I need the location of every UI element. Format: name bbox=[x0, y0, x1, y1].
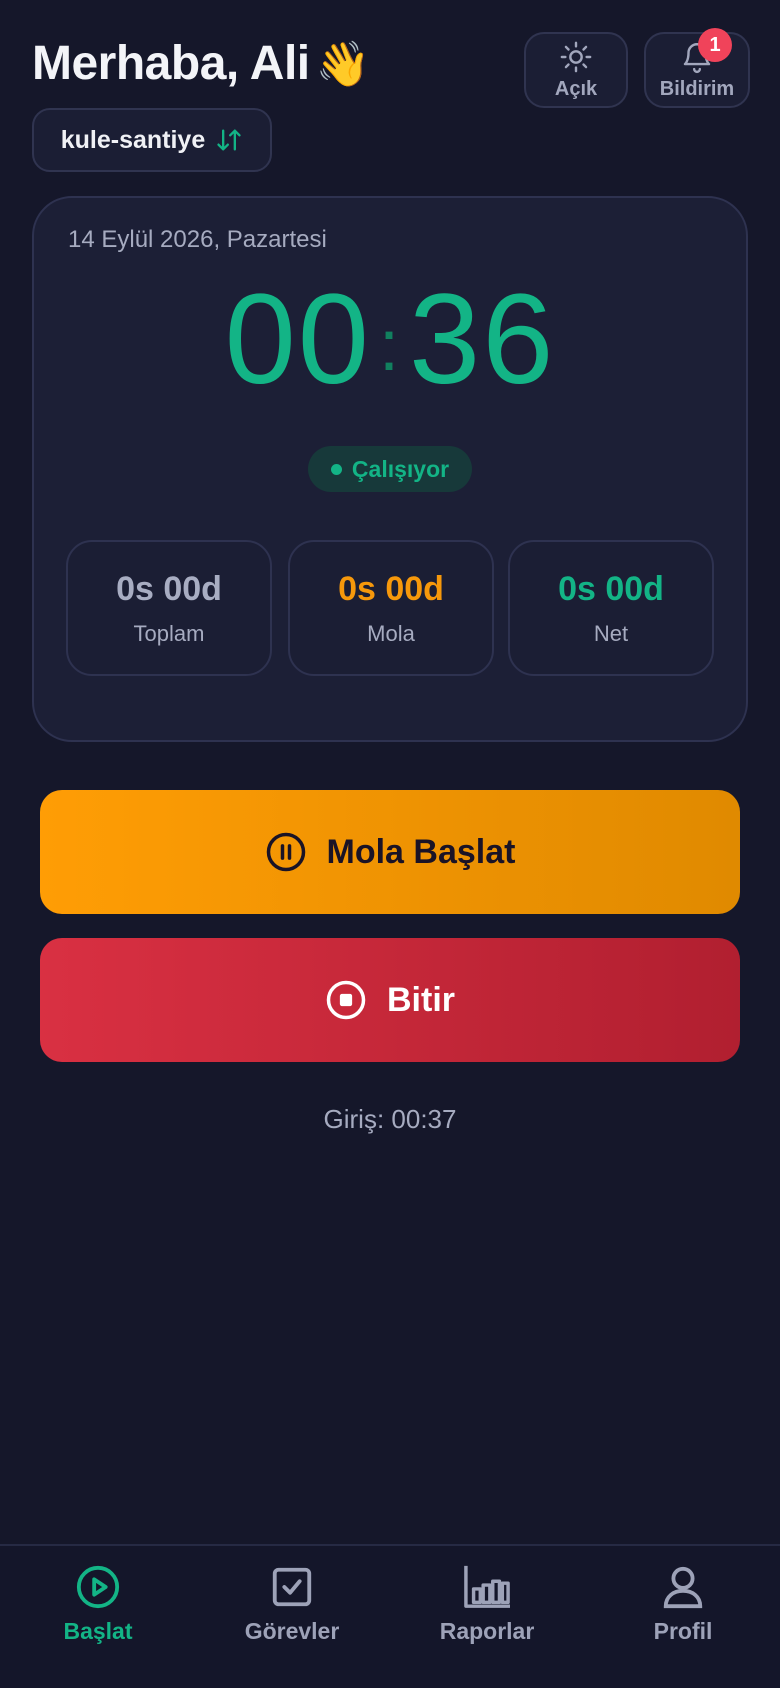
nav-item-reports[interactable]: Raporlar bbox=[407, 1564, 567, 1645]
stat-break: 0s 00d Mola bbox=[288, 540, 494, 676]
user-icon bbox=[663, 1566, 703, 1609]
nav-item-start[interactable]: Başlat bbox=[18, 1564, 178, 1645]
nav-item-tasks[interactable]: Görevler bbox=[212, 1564, 372, 1645]
timer-card: 14 Eylül 2026, Pazartesi 00 : 36 Çalışıy… bbox=[32, 196, 748, 742]
notification-badge: 1 bbox=[698, 28, 732, 62]
pause-circle-icon bbox=[266, 832, 305, 872]
nav-profile-label: Profil bbox=[653, 1618, 713, 1644]
notification-button[interactable]: Bildirim 1 bbox=[644, 28, 750, 108]
stat-break-value: 0s 00d bbox=[338, 569, 444, 608]
stat-total-label: Toplam bbox=[133, 620, 205, 646]
nav-start-label: Başlat bbox=[63, 1618, 133, 1644]
status-text: Çalışıyor bbox=[351, 455, 450, 482]
site-selector[interactable]: kule-santiye bbox=[32, 108, 272, 172]
finish-button[interactable]: Bitir bbox=[40, 938, 740, 1062]
nav-item-profile[interactable]: Profil bbox=[603, 1564, 763, 1645]
nav-reports-label: Raporlar bbox=[439, 1618, 535, 1644]
nav-tasks-label: Görevler bbox=[244, 1618, 340, 1644]
notification-label: Bildirim bbox=[659, 77, 735, 100]
stat-net: 0s 00d Net bbox=[508, 540, 714, 676]
greeting: Merhaba, Ali 👋 bbox=[32, 36, 370, 91]
checkin-time: Giriş: 00:37 bbox=[323, 1104, 457, 1134]
greeting-text: Merhaba, Ali bbox=[32, 37, 310, 90]
finish-label: Bitir bbox=[387, 980, 455, 1019]
stat-net-label: Net bbox=[593, 620, 629, 646]
page: Merhaba, Ali 👋 Açık Bildirim 1 kule-sant… bbox=[0, 0, 780, 1688]
timer-display: 00 : 36 bbox=[34, 276, 746, 404]
bottom-nav: Başlat Görevler Raporlar Profil bbox=[0, 1544, 780, 1688]
theme-label: Açık bbox=[554, 77, 598, 100]
stat-total: 0s 00d Toplam bbox=[66, 540, 272, 676]
status-badge: Çalışıyor bbox=[308, 446, 472, 492]
timer-colon: : bbox=[378, 306, 401, 386]
stat-net-value: 0s 00d bbox=[558, 569, 664, 608]
stop-circle-icon bbox=[326, 980, 366, 1020]
play-circle-icon bbox=[76, 1565, 120, 1609]
theme-toggle-button[interactable]: Açık bbox=[524, 32, 628, 108]
stat-total-value: 0s 00d bbox=[116, 569, 222, 608]
start-break-label: Mola Başlat bbox=[326, 832, 516, 871]
status-dot bbox=[330, 463, 342, 475]
site-label: kule-santiye bbox=[60, 125, 206, 154]
wave-emoji: 👋 bbox=[315, 39, 371, 89]
checkbox-icon bbox=[272, 1567, 312, 1607]
timer-minutes: 36 bbox=[409, 268, 556, 411]
sun-icon bbox=[560, 41, 592, 72]
date-text: 14 Eylül 2026, Pazartesi bbox=[68, 226, 327, 253]
swap-vertical-icon bbox=[217, 129, 241, 151]
stat-break-label: Mola bbox=[367, 620, 415, 646]
start-break-button[interactable]: Mola Başlat bbox=[40, 790, 740, 914]
bar-chart-icon bbox=[464, 1565, 510, 1608]
timer-hours: 00 bbox=[224, 268, 371, 411]
